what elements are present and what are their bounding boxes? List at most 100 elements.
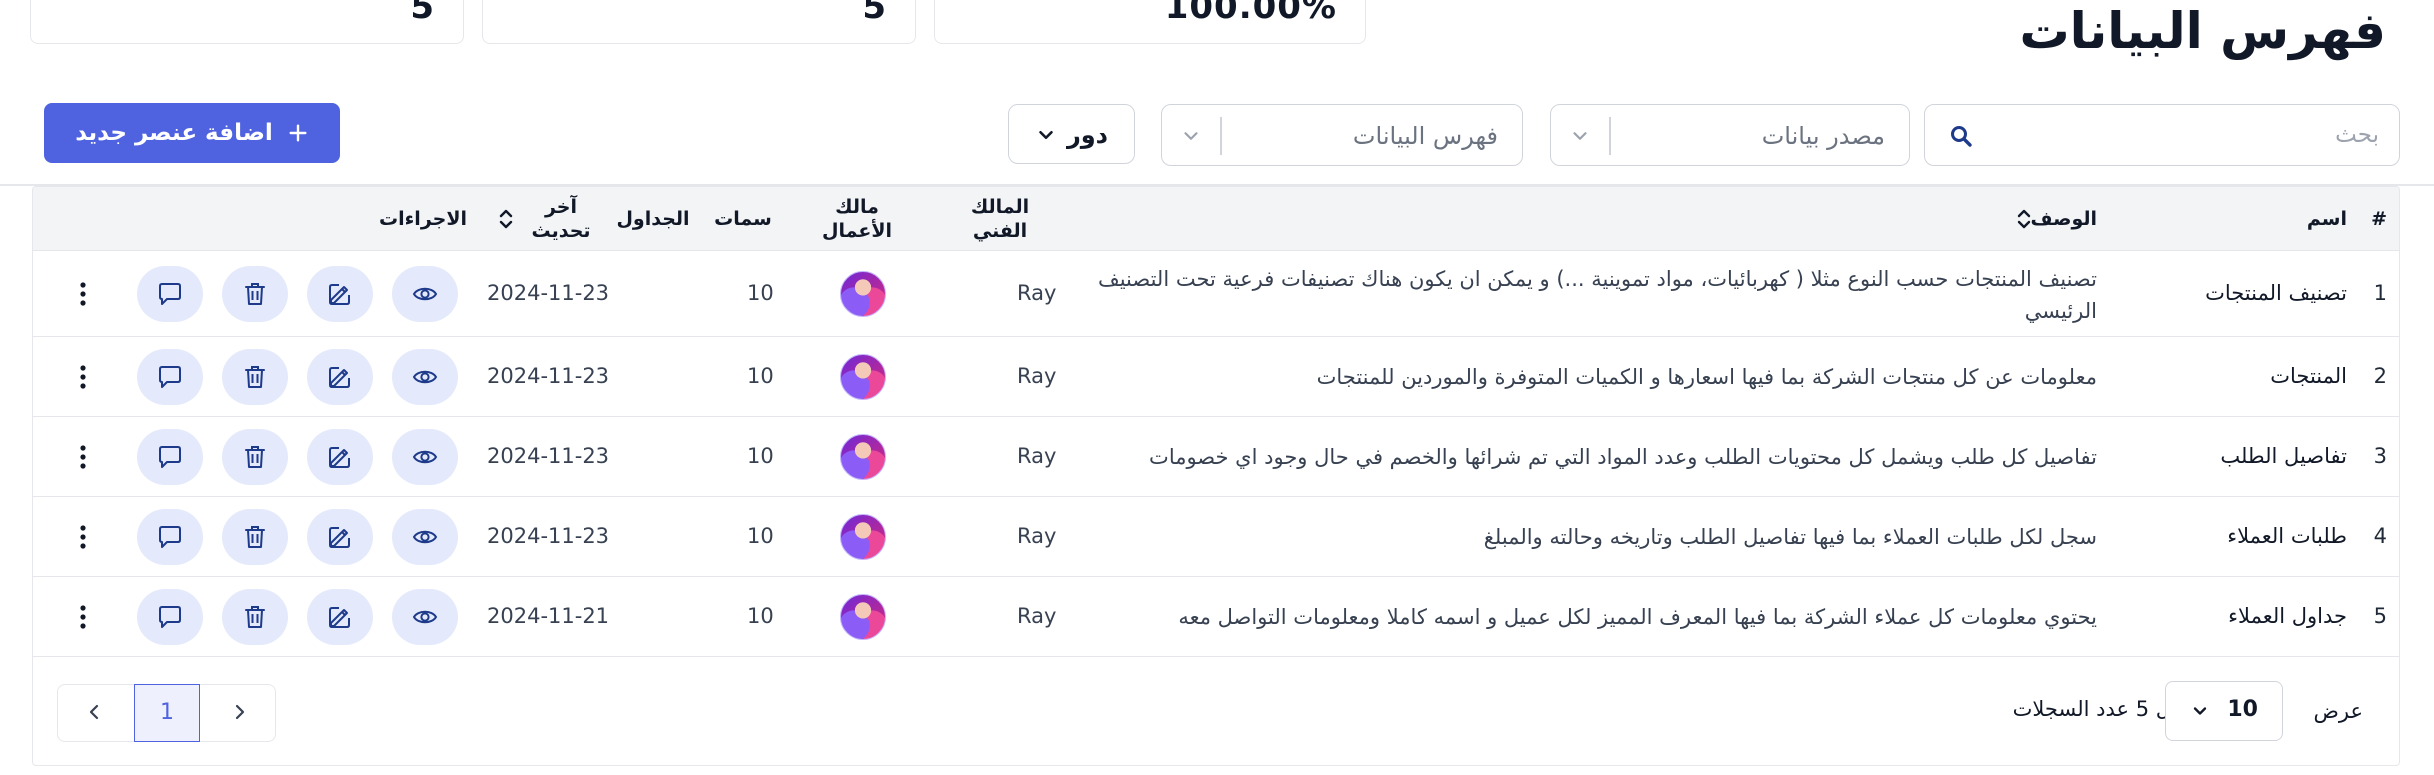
view-button[interactable] [392, 509, 458, 565]
edit-button[interactable] [307, 429, 373, 485]
row-tech-owner: Ray [1017, 281, 1057, 305]
row-number: 5 [2373, 604, 2387, 628]
stat-card-count: 5 [482, 0, 916, 44]
chevron-down-icon [2193, 707, 2207, 715]
row-tech-owner: Ray [1017, 364, 1057, 388]
page-title: فهرس البيانات [2019, 2, 2386, 60]
row-tech-owner: Ray [1017, 524, 1057, 548]
row-description: يحتوي معلومات كل عملاء الشركة بما فيها ا… [1178, 605, 2097, 629]
view-button[interactable] [392, 589, 458, 645]
chevron-right-icon [235, 704, 245, 720]
row-last-update: 2024-11-21 [487, 604, 610, 628]
comment-button[interactable] [137, 266, 203, 322]
row-attributes: 10 [747, 524, 774, 548]
edit-button[interactable] [307, 589, 373, 645]
row-number: 4 [2373, 524, 2387, 548]
col-business-owner: مالك الأعمال [822, 196, 892, 242]
row-attributes: 10 [747, 604, 774, 628]
search-icon [1951, 126, 1972, 147]
row-description: تصنيف المنتجات حسب النوع مثلا ( كهربائيا… [1097, 267, 2097, 323]
row-last-update: 2024-11-23 [487, 364, 610, 388]
delete-button[interactable] [222, 429, 288, 485]
row-tech-owner: Ray [1017, 604, 1057, 628]
data-catalog-select[interactable]: فهرس البيانات [1161, 104, 1523, 166]
pagination: 1 [57, 684, 276, 742]
table-row: 2 المنتجات معلومات عن كل منتجات الشركة بما… [33, 337, 2399, 417]
row-description: معلومات عن كل منتجات الشركة بما فيها اسع… [1316, 365, 2097, 389]
row-attributes: 10 [747, 281, 774, 305]
delete-button[interactable] [222, 349, 288, 405]
row-name: المنتجات [2270, 364, 2347, 388]
kebab-menu-icon[interactable] [73, 522, 93, 552]
view-button[interactable] [392, 429, 458, 485]
table-row: 3 تفاصيل الطلب تفاصيل كل طلب ويشمل كل محتو… [33, 417, 2399, 497]
records-count: ل 5 عدد السجلات [2012, 697, 2171, 721]
stat-card-count: 5 [30, 0, 464, 44]
page-size-value: 10 [2227, 697, 2258, 722]
comment-button[interactable] [137, 349, 203, 405]
page-number-button[interactable]: 1 [134, 684, 200, 742]
role-select[interactable]: دور [1008, 104, 1135, 164]
sort-icon[interactable] [499, 208, 513, 230]
row-attributes: 10 [747, 364, 774, 388]
edit-button[interactable] [307, 266, 373, 322]
search-box [1924, 104, 2400, 166]
kebab-menu-icon[interactable] [73, 362, 93, 392]
sort-icon[interactable] [2017, 208, 2031, 230]
kebab-menu-icon[interactable] [73, 442, 93, 472]
col-description-label: الوصف [2030, 208, 2097, 230]
view-button[interactable] [392, 266, 458, 322]
row-description: سجل لكل طلبات العملاء بما فيها تفاصيل ال… [1483, 525, 2097, 549]
edit-button[interactable] [307, 509, 373, 565]
select-divider [1220, 117, 1222, 155]
row-last-update: 2024-11-23 [487, 444, 610, 468]
stat-card-coverage: 100.00% [934, 0, 1366, 44]
page-size-select[interactable]: 10 [2165, 681, 2283, 741]
delete-button[interactable] [222, 266, 288, 322]
search-input[interactable] [1985, 115, 2379, 155]
comment-button[interactable] [137, 589, 203, 645]
edit-button[interactable] [307, 349, 373, 405]
col-attributes: سمات [714, 208, 772, 230]
chevron-left-icon [89, 704, 99, 720]
row-name: تصنيف المنتجات [2205, 281, 2347, 305]
role-select-label: دور [1066, 121, 1108, 149]
view-button[interactable] [392, 349, 458, 405]
stat-value: 100.00% [1164, 0, 1337, 27]
data-catalog-placeholder: فهرس البيانات [1352, 122, 1498, 150]
next-page-button[interactable] [58, 685, 130, 740]
row-last-update: 2024-11-23 [487, 281, 610, 305]
table-header: # اسم الوصف المالك الفني مالك الأعمال سم… [33, 187, 2399, 251]
plus-icon [289, 124, 307, 142]
kebab-menu-icon[interactable] [73, 602, 93, 632]
col-actions: الاجراءات [378, 208, 467, 230]
data-catalog-page: 100.00% 5 5 فهرس البيانات مصدر بيانات فه… [0, 0, 2434, 775]
table-row: 1 تصنيف المنتجات تصنيف المنتجات حسب النوع … [33, 251, 2399, 337]
comment-button[interactable] [137, 509, 203, 565]
col-last-update[interactable]: آخر تحديث [521, 195, 601, 243]
stat-value: 5 [862, 0, 887, 27]
add-new-item-button[interactable]: اضافة عنصر جديد [44, 103, 340, 163]
avatar [840, 271, 886, 317]
col-index: # [2371, 208, 2387, 230]
row-tech-owner: Ray [1017, 444, 1057, 468]
prev-page-button[interactable] [204, 685, 276, 740]
comment-button[interactable] [137, 429, 203, 485]
col-name: اسم [2306, 208, 2347, 230]
avatar [840, 354, 886, 400]
show-label: عرض [2313, 699, 2363, 723]
row-number: 1 [2373, 281, 2387, 305]
chevron-down-icon [1184, 132, 1198, 140]
chevron-down-icon [1573, 132, 1587, 140]
col-tables: الجداول [616, 208, 690, 230]
delete-button[interactable] [222, 509, 288, 565]
kebab-menu-icon[interactable] [73, 279, 93, 309]
row-name: تفاصيل الطلب [2220, 444, 2347, 468]
row-name: جداول العملاء [2228, 604, 2347, 628]
row-description: تفاصيل كل طلب ويشمل كل محتويات الطلب وعد… [1149, 445, 2097, 469]
avatar [840, 434, 886, 480]
data-source-select[interactable]: مصدر بيانات [1550, 104, 1910, 166]
avatar [840, 514, 886, 560]
col-description[interactable]: الوصف [2030, 207, 2097, 231]
delete-button[interactable] [222, 589, 288, 645]
